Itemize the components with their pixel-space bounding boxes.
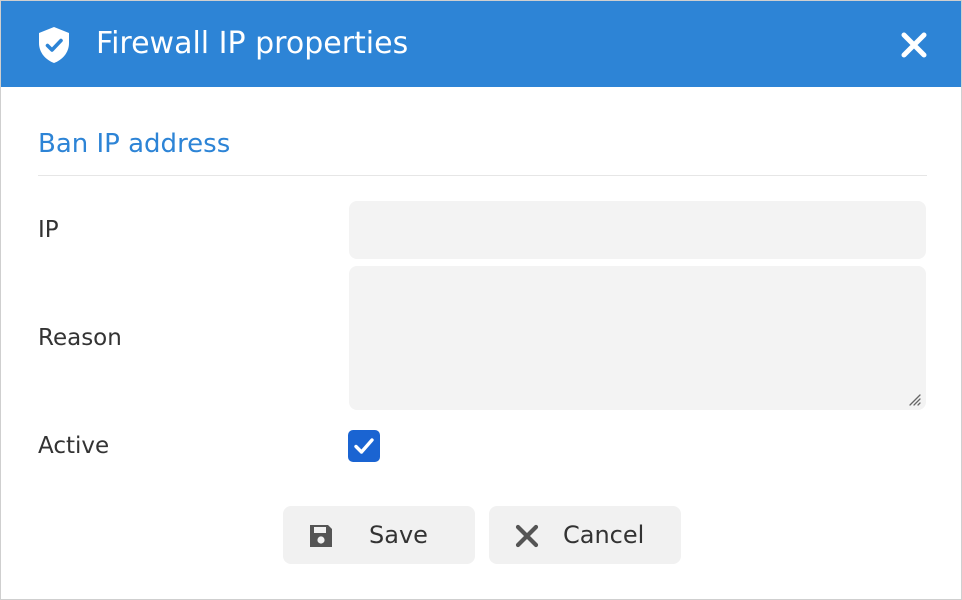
- dialog-titlebar: Firewall IP properties: [1, 1, 961, 87]
- save-button[interactable]: Save: [283, 506, 475, 564]
- floppy-disk-icon: [310, 525, 332, 547]
- checkmark-icon: [354, 438, 374, 454]
- active-label: Active: [38, 433, 110, 459]
- close-icon[interactable]: [897, 28, 931, 62]
- section-divider: [38, 175, 927, 176]
- x-icon: [515, 524, 539, 548]
- shield-check-icon: [39, 27, 69, 63]
- reason-label: Reason: [38, 325, 122, 351]
- active-checkbox[interactable]: [348, 430, 380, 462]
- resize-grip-icon[interactable]: [907, 392, 921, 406]
- dialog-title: Firewall IP properties: [96, 26, 409, 61]
- section-title: Ban IP address: [38, 129, 231, 159]
- save-button-label: Save: [369, 521, 428, 549]
- cancel-button-label: Cancel: [563, 521, 645, 549]
- ip-label: IP: [38, 217, 59, 243]
- reason-textarea[interactable]: [349, 266, 926, 410]
- firewall-ip-dialog: Firewall IP properties Ban IP address IP…: [0, 0, 962, 600]
- ip-input[interactable]: [349, 201, 926, 259]
- cancel-button[interactable]: Cancel: [489, 506, 681, 564]
